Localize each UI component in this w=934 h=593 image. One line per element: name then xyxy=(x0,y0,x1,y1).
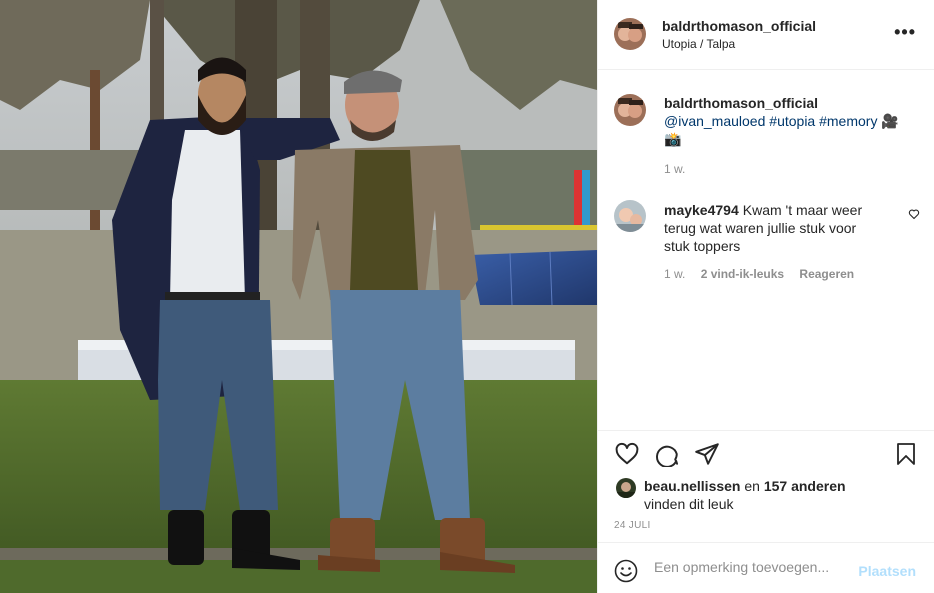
emoji-icon[interactable] xyxy=(614,559,638,588)
comment-like-icon[interactable] xyxy=(908,207,920,225)
avatar-image xyxy=(614,18,646,50)
avatar-image xyxy=(614,94,646,126)
more-options-icon[interactable]: ••• xyxy=(894,23,916,41)
comment-timestamp[interactable]: 1 w. xyxy=(664,267,685,281)
post-actions: beau.nellissen en 157 anderen vinden dit… xyxy=(598,430,934,542)
caption-timestamp[interactable]: 1 w. xyxy=(664,162,685,176)
author-avatar[interactable] xyxy=(614,18,646,50)
caption-mention[interactable]: @ivan_mauloed xyxy=(664,113,765,129)
caption-username[interactable]: baldrthomason_official xyxy=(664,95,818,111)
likes-conjunction: en xyxy=(740,478,764,494)
like-icon[interactable] xyxy=(614,441,640,472)
comment-username[interactable]: mayke4794 xyxy=(664,202,739,218)
post-location[interactable]: Utopia / Talpa xyxy=(662,37,735,51)
caption-hashtag-utopia[interactable]: #utopia xyxy=(769,113,815,129)
post-photo[interactable] xyxy=(0,0,597,593)
paper-plane-outline xyxy=(695,443,719,465)
caption-author-avatar[interactable] xyxy=(614,94,646,126)
liker-username[interactable]: beau.nellissen xyxy=(644,478,740,494)
likes-others-link[interactable]: 157 anderen xyxy=(764,478,846,494)
comment-icon[interactable] xyxy=(654,441,680,472)
heart-outline xyxy=(615,442,639,465)
avatar-image xyxy=(616,478,636,498)
smiley-outline xyxy=(614,559,638,583)
instagram-post: baldrthomason_official Utopia / Talpa ••… xyxy=(0,0,934,593)
heart-outline-small xyxy=(908,209,920,220)
likes-suffix: vinden dit leuk xyxy=(644,496,734,512)
comment-like-count[interactable]: 2 vind-ik-leuks xyxy=(701,267,784,281)
commenter-avatar[interactable] xyxy=(614,200,646,232)
bookmark-outline xyxy=(897,443,915,465)
comment-text: mayke4794 Kwam 't maar weer terug wat war… xyxy=(664,201,879,255)
add-comment-bar: Plaatsen xyxy=(598,542,934,593)
post-side-panel: baldrthomason_official Utopia / Talpa ••… xyxy=(597,0,934,593)
post-comment-button[interactable]: Plaatsen xyxy=(858,563,916,579)
photo-illustration xyxy=(0,0,597,593)
comments-section: baldrthomason_official @ivan_mauloed #ut… xyxy=(598,70,934,430)
liker-avatar[interactable] xyxy=(616,478,636,498)
post-caption: baldrthomason_official @ivan_mauloed #ut… xyxy=(664,94,914,148)
comment-input[interactable] xyxy=(654,555,854,579)
caption-hashtag-memory[interactable]: #memory xyxy=(819,113,877,129)
save-icon[interactable] xyxy=(894,441,918,472)
post-date[interactable]: 24 JULI xyxy=(614,520,651,531)
speech-bubble-outline xyxy=(656,445,679,468)
likes-summary: beau.nellissen en 157 anderen vinden dit… xyxy=(644,477,924,513)
avatar-image xyxy=(614,200,646,232)
author-username[interactable]: baldrthomason_official xyxy=(662,18,816,34)
comment-meta: 1 w. 2 vind-ik-leuks Reageren xyxy=(664,267,866,281)
reply-button[interactable]: Reageren xyxy=(799,267,854,281)
share-icon[interactable] xyxy=(694,441,720,472)
post-header: baldrthomason_official Utopia / Talpa ••… xyxy=(598,0,934,70)
